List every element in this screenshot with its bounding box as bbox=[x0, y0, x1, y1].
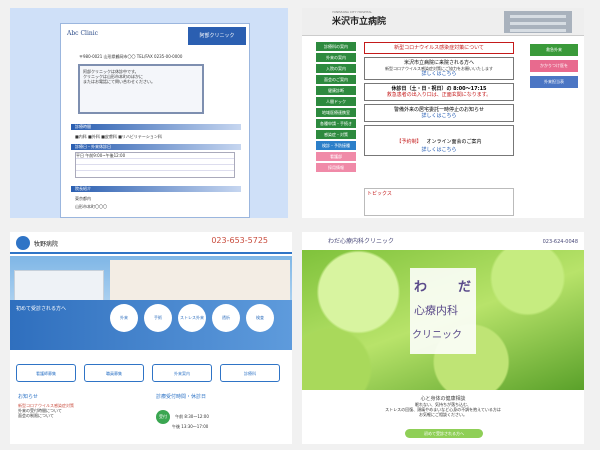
service-circle[interactable]: 外来 bbox=[110, 304, 138, 332]
header: わだ心療内科クリニック 023-624-0048 bbox=[302, 232, 584, 250]
news-section: お知らせ 新型コロナウイルス感染症対策 外来の受付時間について 面会の制限につい… bbox=[18, 394, 138, 418]
phone-number: 023-624-0048 bbox=[542, 239, 578, 245]
quick-link[interactable]: 診療科 bbox=[220, 364, 280, 382]
reception-badge: 受付 bbox=[156, 410, 170, 424]
nav-item[interactable]: 入院の案内 bbox=[316, 64, 356, 73]
info-row: 山形市本町〇〇〇 bbox=[75, 204, 107, 209]
header-title: 阿部クリニック bbox=[188, 27, 246, 45]
clinic-site-1: Abc Clinic 阿部クリニック 〒980-0021 山形県鶴岡市〇〇 TE… bbox=[10, 8, 288, 218]
nav-item[interactable]: 面会のご案内 bbox=[316, 75, 356, 84]
quick-links: 看護師募集 職員募集 外来案内 診療科 bbox=[10, 364, 292, 386]
right-banners: 救急外来 かかりつけ医を 外来担当表 bbox=[530, 44, 578, 92]
topics-title: トピックス bbox=[367, 191, 392, 197]
side-nav: 診療科の案内 外来の案内 入院の案内 面会のご案内 健康診断 人間ドック 地域医… bbox=[316, 42, 356, 174]
hours-item: 午前 8:30～12:00 bbox=[175, 414, 209, 419]
reservation-tag: 【予約制】 bbox=[396, 139, 422, 145]
section-heading: 診療時間 bbox=[71, 124, 241, 130]
phone-number: 023-653-5725 bbox=[211, 236, 268, 245]
schedule-table: 平日 午前9:00~午後12:00 bbox=[75, 152, 235, 178]
page-frame: Abc Clinic 阿部クリニック 〒980-0021 山形県鶴岡市〇〇 TE… bbox=[60, 23, 250, 218]
nav-item[interactable]: 診療科の案内 bbox=[316, 42, 356, 51]
service-circle[interactable]: ストレス外来 bbox=[178, 304, 206, 332]
department-list: ■内科 ■外科 ■皮膚科 ■リハビリテーション科 bbox=[75, 134, 162, 139]
banner-emergency[interactable]: 救急外来 bbox=[530, 44, 578, 56]
nav-item[interactable]: 地域医療連携室 bbox=[316, 108, 356, 117]
covid-banner[interactable]: 新型コロナウイルス感染症対策について bbox=[364, 42, 514, 54]
notice-box: 阿部クリニックは休診中です。 クリニックは山形市本町のほかに またはお電話にて問… bbox=[78, 64, 204, 114]
service-circle[interactable]: 透析 bbox=[212, 304, 240, 332]
hospital-title[interactable]: 米沢市立病院 bbox=[332, 14, 386, 27]
notice-box-2: 休診日（土・日・祝日）の 8:00～17:15 救急患者の出入り口は、正面玄関に… bbox=[364, 83, 514, 101]
card-clinic: クリニック bbox=[412, 330, 462, 341]
address: 〒980-0021 山形県鶴岡市〇〇 TEL/FAX 0235-00-0000 bbox=[79, 54, 183, 59]
hospital-site-yonezawa: YONEZAWA CITY HOSPITAL 米沢市立病院 診療科の案内 外来の… bbox=[302, 8, 584, 218]
intro-line: お気軽にご相談ください。 bbox=[419, 412, 467, 417]
hospital-logo-icon[interactable] bbox=[16, 236, 30, 250]
notice-title: オンライン面会のご案内 bbox=[426, 139, 482, 145]
hours-item: 午後 13:30～17:00 bbox=[172, 424, 209, 429]
hero-image: わ だ 心療内科 クリニック bbox=[302, 250, 584, 390]
more-link[interactable]: 詳しくはこちら bbox=[368, 147, 510, 153]
notice-box-1: 米沢市立病院に来院される方へ 新型コロナウイルス感染症対策にご協力をお願いいたし… bbox=[364, 57, 514, 80]
hours-warning: 救急患者の出入り口は、正面玄関になります。 bbox=[386, 92, 492, 98]
nav-item[interactable]: 感染症・対策 bbox=[316, 130, 356, 139]
nav-item[interactable]: 各種申請・手続き bbox=[316, 119, 356, 128]
nav-item-recruit[interactable]: 採用情報 bbox=[316, 163, 356, 172]
news-item[interactable]: 面会の制限について bbox=[18, 413, 138, 418]
first-visit-button[interactable]: 初めて受診される方へ bbox=[405, 429, 483, 438]
notice-box-4: 【予約制】 オンライン面会のご案内 詳しくはこちら bbox=[364, 125, 514, 156]
service-circle[interactable]: 手術 bbox=[144, 304, 172, 332]
news-title: お知らせ bbox=[18, 394, 38, 400]
nav-item[interactable]: 人間ドック bbox=[316, 97, 356, 106]
building-photo bbox=[504, 11, 572, 33]
site-logo[interactable]: Abc Clinic bbox=[67, 30, 98, 37]
more-link[interactable]: 詳しくはこちら bbox=[368, 113, 510, 119]
hours-title: 診療受付時間・休診日 bbox=[156, 394, 207, 400]
header: YONEZAWA CITY HOSPITAL 米沢市立病院 bbox=[302, 8, 584, 36]
table-row bbox=[76, 165, 234, 171]
card-specialty: 心療内科 bbox=[414, 304, 458, 317]
nav-item[interactable]: 健康診断 bbox=[316, 86, 356, 95]
quick-link[interactable]: 外来案内 bbox=[152, 364, 212, 382]
card-char: だ bbox=[457, 280, 471, 295]
hours-section: 診療受付時間・休診日 受付 午前 8:30～12:00 午後 13:30～17:… bbox=[156, 394, 286, 429]
screenshot-grid: Abc Clinic 阿部クリニック 〒980-0021 山形県鶴岡市〇〇 TE… bbox=[0, 0, 600, 450]
card-char: わ bbox=[414, 280, 428, 295]
section-heading: 院長紹介 bbox=[71, 186, 241, 192]
service-circle[interactable]: 検査 bbox=[246, 304, 274, 332]
hospital-name[interactable]: 牧野病院 bbox=[34, 239, 58, 248]
banner-schedule[interactable]: 外来担当表 bbox=[530, 76, 578, 88]
header: 牧野病院 023-653-5725 bbox=[10, 232, 292, 254]
main-content: 新型コロナウイルス感染症対策について 米沢市立病院に来院される方へ 新型コロナウ… bbox=[364, 42, 514, 159]
clinic-name[interactable]: わだ心療内科クリニック bbox=[328, 236, 394, 245]
nav-item[interactable]: 検診・予防接種 bbox=[316, 141, 356, 150]
section-heading: 診療日・外来休診日 bbox=[71, 144, 241, 150]
notice-box-3: 警備外来の居宅委託一時停止のお知らせ 詳しくはこちら bbox=[364, 104, 514, 122]
banner-family-doctor[interactable]: かかりつけ医を bbox=[530, 60, 578, 72]
info-row: 東京都内 bbox=[75, 196, 91, 201]
intro-text: 心と身体の健康相談 眠れない、気持ちが落ち込む、 ストレスの回復、頭痛やめまいな… bbox=[302, 396, 584, 417]
more-link[interactable]: 詳しくはこちら bbox=[368, 71, 510, 77]
nav-item-nursing[interactable]: 看護部 bbox=[316, 152, 356, 161]
topics-box: トピックス bbox=[364, 188, 514, 216]
title-card: わ だ 心療内科 クリニック bbox=[410, 268, 476, 354]
clinic-site-wada: わだ心療内科クリニック 023-624-0048 わ だ 心療内科 クリニック … bbox=[302, 232, 584, 444]
nav-item[interactable]: 外来の案内 bbox=[316, 53, 356, 62]
quick-link[interactable]: 看護師募集 bbox=[16, 364, 76, 382]
hospital-site-makino: 牧野病院 023-653-5725 初めて受診される方へ 外来 手術 ストレス外… bbox=[10, 232, 292, 444]
quick-link[interactable]: 職員募集 bbox=[84, 364, 144, 382]
notice-line: またはお電話にて問い合わせください。 bbox=[83, 79, 155, 84]
